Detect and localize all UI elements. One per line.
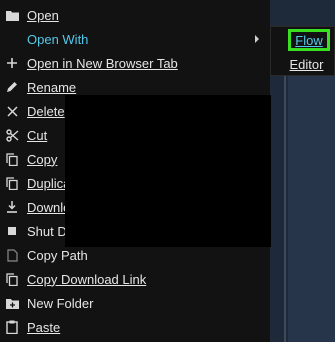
panel-divider	[284, 70, 286, 342]
folder-icon	[5, 8, 19, 22]
menu-item-label: Copy Path	[27, 247, 88, 263]
menu-item-paste[interactable]: Paste	[0, 315, 270, 339]
copy-link-icon	[5, 272, 19, 286]
menu-item-new-folder[interactable]: New Folder	[0, 291, 270, 315]
editor-area	[288, 70, 335, 342]
copy-icon	[5, 152, 19, 166]
menu-item-open-new-tab[interactable]: Open in New Browser Tab	[0, 51, 270, 75]
context-menu: Open Open With Open in New Browser Tab R…	[0, 0, 271, 342]
clipboard-icon	[5, 320, 19, 334]
stop-icon	[5, 224, 19, 238]
submenu-item-flow[interactable]: Flow	[288, 29, 330, 51]
menu-item-label: Open	[27, 7, 59, 23]
chevron-right-icon	[255, 35, 259, 43]
file-icon	[5, 248, 19, 262]
scissors-icon	[5, 128, 19, 142]
menu-item-label: Open in New Browser Tab	[27, 55, 178, 71]
menu-item-label: Downlo	[27, 199, 71, 215]
menu-item-open-with[interactable]: Open With	[0, 27, 270, 51]
menu-item-label: Copy	[27, 151, 58, 167]
submenu-item-editor[interactable]: Editor	[275, 52, 335, 76]
menu-item-open[interactable]: Open	[0, 3, 270, 27]
download-icon	[5, 200, 19, 214]
menu-item-label: Open With	[27, 31, 89, 47]
blank-icon	[5, 32, 19, 46]
menu-item-label: Cut	[27, 127, 48, 143]
menu-item-label: Rename	[27, 79, 77, 95]
menu-item-label: Copy Download Link	[27, 271, 147, 287]
menu-item-label: Paste	[27, 319, 61, 335]
open-with-submenu: Flow Editor	[270, 26, 335, 76]
submenu-item-label: Flow	[295, 32, 323, 48]
new-folder-icon	[5, 296, 19, 310]
submenu-item-label: Editor	[289, 56, 324, 72]
menu-item-label: Duplica	[27, 175, 71, 191]
menu-item-copy-download-link[interactable]: Copy Download Link	[0, 267, 270, 291]
menu-item-label: Delete	[27, 103, 65, 119]
plus-icon	[5, 56, 19, 70]
redacted-region	[65, 95, 271, 247]
pencil-icon	[5, 80, 19, 94]
menu-item-label: New Folder	[27, 295, 94, 311]
close-icon	[5, 104, 19, 118]
duplicate-icon	[5, 176, 19, 190]
